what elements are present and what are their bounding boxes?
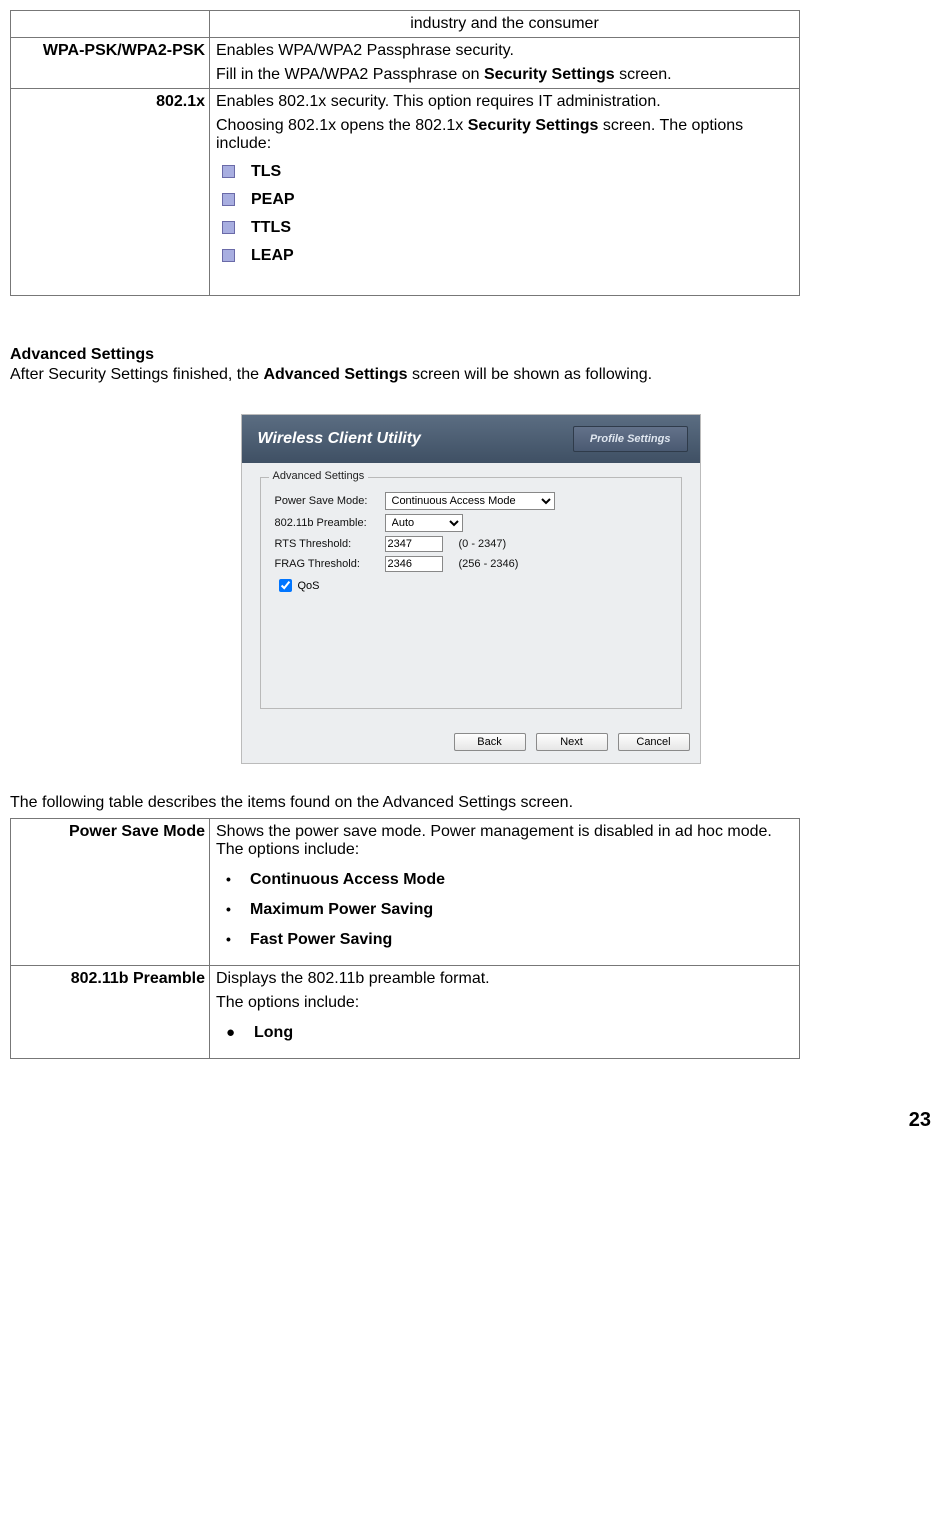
- power-save-mode-select[interactable]: Continuous Access Mode: [385, 492, 555, 510]
- wpa-line2a: Fill in the WPA/WPA2 Passphrase on: [216, 66, 484, 83]
- rts-label: RTS Threshold:: [275, 538, 385, 550]
- next-button[interactable]: Next: [536, 733, 608, 751]
- screenshot-tab-profile-settings[interactable]: Profile Settings: [573, 426, 688, 452]
- rts-input[interactable]: [385, 536, 443, 552]
- screenshot-body: Advanced Settings Power Save Mode: Conti…: [242, 463, 700, 723]
- x-line2a: Choosing 802.1x opens the 802.1x: [216, 117, 468, 134]
- 8021x-label: 802.1x: [11, 89, 210, 296]
- wpa-line1: Enables WPA/WPA2 Passphrase security.: [216, 42, 793, 60]
- psm-options-list: Continuous Access Mode Maximum Power Sav…: [216, 871, 793, 949]
- advanced-settings-fieldset: Advanced Settings Power Save Mode: Conti…: [260, 477, 682, 709]
- qos-label: QoS: [298, 580, 320, 592]
- table2-intro: The following table describes the items …: [10, 794, 931, 812]
- advanced-settings-para: After Security Settings finished, the Ad…: [10, 366, 931, 384]
- preamble-options-list: Long: [216, 1024, 793, 1042]
- adv-pa: After Security Settings finished, the: [10, 366, 263, 383]
- wpa-line2: Fill in the WPA/WPA2 Passphrase on Secur…: [216, 66, 793, 84]
- x-line2b: Security Settings: [468, 117, 599, 134]
- security-options-table: industry and the consumer WPA-PSK/WPA2-P…: [10, 10, 800, 296]
- psm-label: Power Save Mode:: [275, 495, 385, 507]
- preamble-row-desc: Displays the 802.11b preamble format. Th…: [210, 966, 800, 1059]
- 8021x-line2: Choosing 802.1x opens the 802.1x Securit…: [216, 117, 793, 153]
- pre-line2: The options include:: [216, 994, 793, 1012]
- preamble-row-label: 802.11b Preamble: [11, 966, 210, 1059]
- advanced-settings-screenshot: Wireless Client Utility Profile Settings…: [241, 414, 701, 764]
- wpa-line2c: screen.: [615, 66, 672, 83]
- frag-input[interactable]: [385, 556, 443, 572]
- opt-continuous: Continuous Access Mode: [226, 871, 793, 889]
- screenshot-button-bar: Back Next Cancel: [242, 723, 700, 763]
- advanced-settings-table: Power Save Mode Shows the power save mod…: [10, 818, 800, 1059]
- opt-leap: LEAP: [222, 247, 793, 265]
- preamble-select[interactable]: Auto: [385, 514, 463, 532]
- psm-line1: Shows the power save mode. Power managem…: [216, 823, 793, 859]
- fieldset-legend: Advanced Settings: [269, 470, 369, 482]
- opt-tls: TLS: [222, 163, 793, 181]
- wpa-psk-label: WPA-PSK/WPA2-PSK: [11, 38, 210, 89]
- wpa-psk-desc: Enables WPA/WPA2 Passphrase security. Fi…: [210, 38, 800, 89]
- advanced-settings-heading: Advanced Settings: [10, 346, 931, 364]
- 8021x-desc: Enables 802.1x security. This option req…: [210, 89, 800, 296]
- psm-row-label: Power Save Mode: [11, 819, 210, 966]
- wpa-line2b: Security Settings: [484, 66, 615, 83]
- adv-pb: Advanced Settings: [263, 366, 407, 383]
- frag-label: FRAG Threshold:: [275, 558, 385, 570]
- opt-max-power: Maximum Power Saving: [226, 901, 793, 919]
- page-number: 23: [10, 1109, 931, 1132]
- opt-fast-power: Fast Power Saving: [226, 931, 793, 949]
- preamble-label: 802.11b Preamble:: [275, 517, 385, 529]
- rts-hint: (0 - 2347): [459, 538, 507, 550]
- back-button[interactable]: Back: [454, 733, 526, 751]
- screenshot-title: Wireless Client Utility: [258, 430, 421, 448]
- opt-peap: PEAP: [222, 191, 793, 209]
- frag-hint: (256 - 2346): [459, 558, 519, 570]
- opt-ttls: TTLS: [222, 219, 793, 237]
- industry-consumer-cell: industry and the consumer: [210, 11, 800, 38]
- psm-row-desc: Shows the power save mode. Power managem…: [210, 819, 800, 966]
- opt-long: Long: [226, 1024, 793, 1042]
- screenshot-header: Wireless Client Utility Profile Settings: [242, 415, 700, 463]
- 8021x-options-list: TLS PEAP TTLS LEAP: [216, 163, 793, 265]
- qos-checkbox[interactable]: [279, 579, 292, 592]
- cancel-button[interactable]: Cancel: [618, 733, 690, 751]
- 8021x-line1: Enables 802.1x security. This option req…: [216, 93, 793, 111]
- blank-label: [11, 11, 210, 38]
- pre-line1: Displays the 802.11b preamble format.: [216, 970, 793, 988]
- adv-pc: screen will be shown as following.: [408, 366, 653, 383]
